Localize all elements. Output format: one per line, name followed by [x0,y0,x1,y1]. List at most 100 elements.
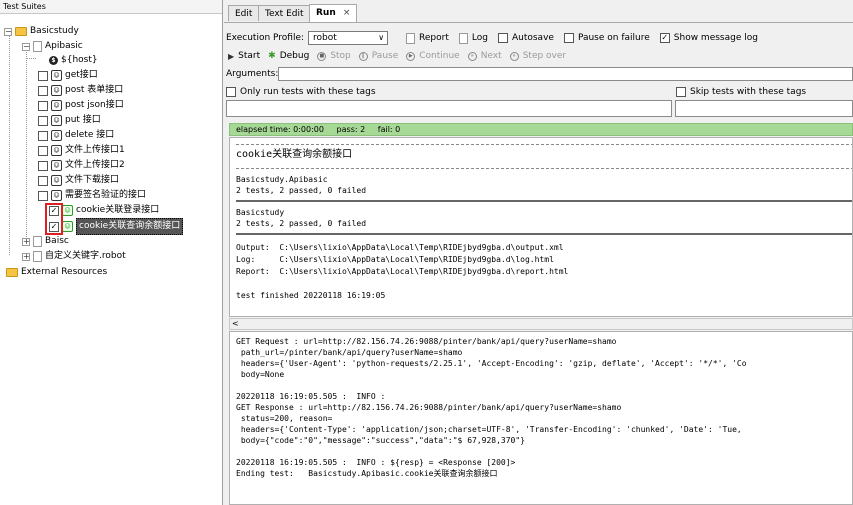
variable-host[interactable]: $ ${host} [49,53,98,68]
close-tab-icon[interactable]: × [343,8,351,18]
next-button[interactable]: Next [481,51,502,61]
test-label: cookie关联登录接口 [76,205,160,215]
pause-icon: ‖ [358,51,368,61]
log-line: GET Request : url=http://82.156.74.26:90… [236,337,617,346]
report-button[interactable]: Report [419,33,449,43]
test-checkbox[interactable] [38,190,48,201]
test-item[interactable]: ☺ 需要签名验证的接口 [38,188,146,203]
expand-icon[interactable]: + [22,237,30,246]
elapsed-time: elapsed time: 0:00:00 [236,125,324,134]
test-case-icon: ☺ [51,85,62,96]
collapse-icon[interactable]: − [22,42,30,51]
resource-label: 自定义关键字.robot [45,251,126,261]
test-case-icon: ☺ [51,190,62,201]
suite-line: Basicstudy.Apibasic [236,175,328,184]
test-case-icon: ☺ [51,100,62,111]
test-item[interactable]: ☺ post 表单接口 [38,83,123,98]
only-run-tags-row: Only run tests with these tags [226,87,376,97]
test-item[interactable]: ☺ 文件上传接口2 [38,158,125,173]
test-item[interactable]: ☺ get接口 [38,68,98,83]
collapse-icon[interactable]: − [4,27,12,36]
test-label: cookie关联查询余额接口 [76,218,184,235]
test-checkbox[interactable] [38,70,48,81]
log-line: headers={'Content-Type': 'application/js… [236,425,742,434]
test-label: 文件下载接口 [65,175,120,185]
pause-button[interactable]: Pause [372,51,398,61]
pause-on-failure-checkbox[interactable] [563,33,574,43]
step-over-button[interactable]: Step over [523,51,566,61]
start-icon: ▶ [228,51,235,61]
log-icon [458,32,468,44]
test-item[interactable]: ☺ put 接口 [38,113,101,128]
only-run-tags-label: Only run tests with these tags [240,87,376,97]
stop-icon: ■ [317,51,327,61]
folder-icon [15,27,27,36]
skip-tags-input[interactable] [675,100,853,117]
tab-edit[interactable]: Edit [228,5,260,21]
test-item[interactable]: ✓ ☺ cookie关联登录接口 [49,203,159,218]
start-button[interactable]: Start [238,51,260,61]
console-output[interactable]: cookie关联查询余额接口 Basicstudy.Apibasic 2 tes… [229,137,853,317]
profile-select[interactable]: robot ∨ [308,31,389,45]
tab-run[interactable]: Run × [309,4,358,22]
suite-label: Apibasic [45,41,83,51]
variable-label: ${host} [61,55,98,65]
log-line: GET Response : url=http://82.156.74.26:9… [236,403,622,412]
test-item[interactable]: ☺ 文件下载接口 [38,173,119,188]
report-path-line: Report: C:\Users\lixio\AppData\Local\Tem… [236,267,569,276]
only-run-tags-input[interactable] [226,100,672,117]
arguments-input[interactable] [278,67,853,81]
test-item[interactable]: ☺ 文件上传接口1 [38,143,125,158]
tab-text-edit[interactable]: Text Edit [258,5,311,21]
horizontal-scrollbar[interactable]: < [229,318,853,330]
skip-tags-label: Skip tests with these tags [690,87,807,97]
skip-tags-row: Skip tests with these tags [676,87,806,97]
suite-baisc[interactable]: + Baisc [22,234,69,249]
external-label: External Resources [21,267,108,277]
only-run-tags-checkbox[interactable] [226,87,236,97]
suite-line: Basicstudy [236,208,285,217]
message-log[interactable]: GET Request : url=http://82.156.74.26:90… [229,331,853,505]
show-message-log-checkbox[interactable]: ✓ [659,33,670,43]
test-label: 文件上传接口2 [65,160,125,170]
log-button[interactable]: Log [472,33,488,43]
test-checkbox[interactable] [38,160,48,171]
suite-apibasic[interactable]: − Apibasic [22,39,83,54]
log-line: body={"code":"0","message":"success","da… [236,436,525,445]
finished-line: test finished 20220118 16:19:05 [236,291,386,300]
arguments-label: Arguments: [226,69,279,79]
expand-icon[interactable]: + [22,252,30,261]
test-case-icon: ☺ [51,115,62,126]
test-checkbox[interactable] [38,115,48,126]
test-item[interactable]: ☺ delete 接口 [38,128,114,143]
debug-button[interactable]: Debug [280,51,310,61]
autosave-checkbox[interactable] [497,33,508,43]
test-checkbox[interactable] [38,130,48,141]
resource-keyword-file[interactable]: + 自定义关键字.robot [22,249,126,264]
test-checkbox[interactable] [38,175,48,186]
toolbar-row-1: Execution Profile: robot ∨ Report Log Au… [226,31,758,45]
scroll-left-icon[interactable]: < [232,319,239,328]
test-checkbox[interactable] [38,145,48,156]
tab-run-label: Run [316,8,336,18]
test-checkbox[interactable] [38,100,48,111]
skip-tags-checkbox[interactable] [676,87,686,97]
continue-button[interactable]: Continue [419,51,459,61]
test-checkbox[interactable] [38,85,48,96]
toolbar-row-2: ▶ Start ✱ Debug ■ Stop ‖ Pause ▶ Continu… [228,51,566,61]
stop-button[interactable]: Stop [330,51,350,61]
test-item[interactable]: ☺ post json接口 [38,98,124,113]
suite-basicstudy[interactable]: − Basicstudy [4,24,79,39]
test-case-icon: ☺ [51,145,62,156]
profile-label: Execution Profile: [226,33,305,43]
test-label: post json接口 [65,100,124,110]
external-resources[interactable]: External Resources [6,265,107,280]
file-icon [33,236,42,247]
log-line: 20220118 16:19:05.505 : INFO : ${resp} =… [236,458,516,467]
test-item-selected[interactable]: ✓ ☺ cookie关联查询余额接口 [49,218,184,235]
next-icon: » [467,51,477,61]
test-case-passed-icon: ☺ [62,221,73,232]
test-label: post 表单接口 [65,85,124,95]
variable-icon: $ [49,56,58,65]
pause-on-failure-label: Pause on failure [577,33,650,43]
